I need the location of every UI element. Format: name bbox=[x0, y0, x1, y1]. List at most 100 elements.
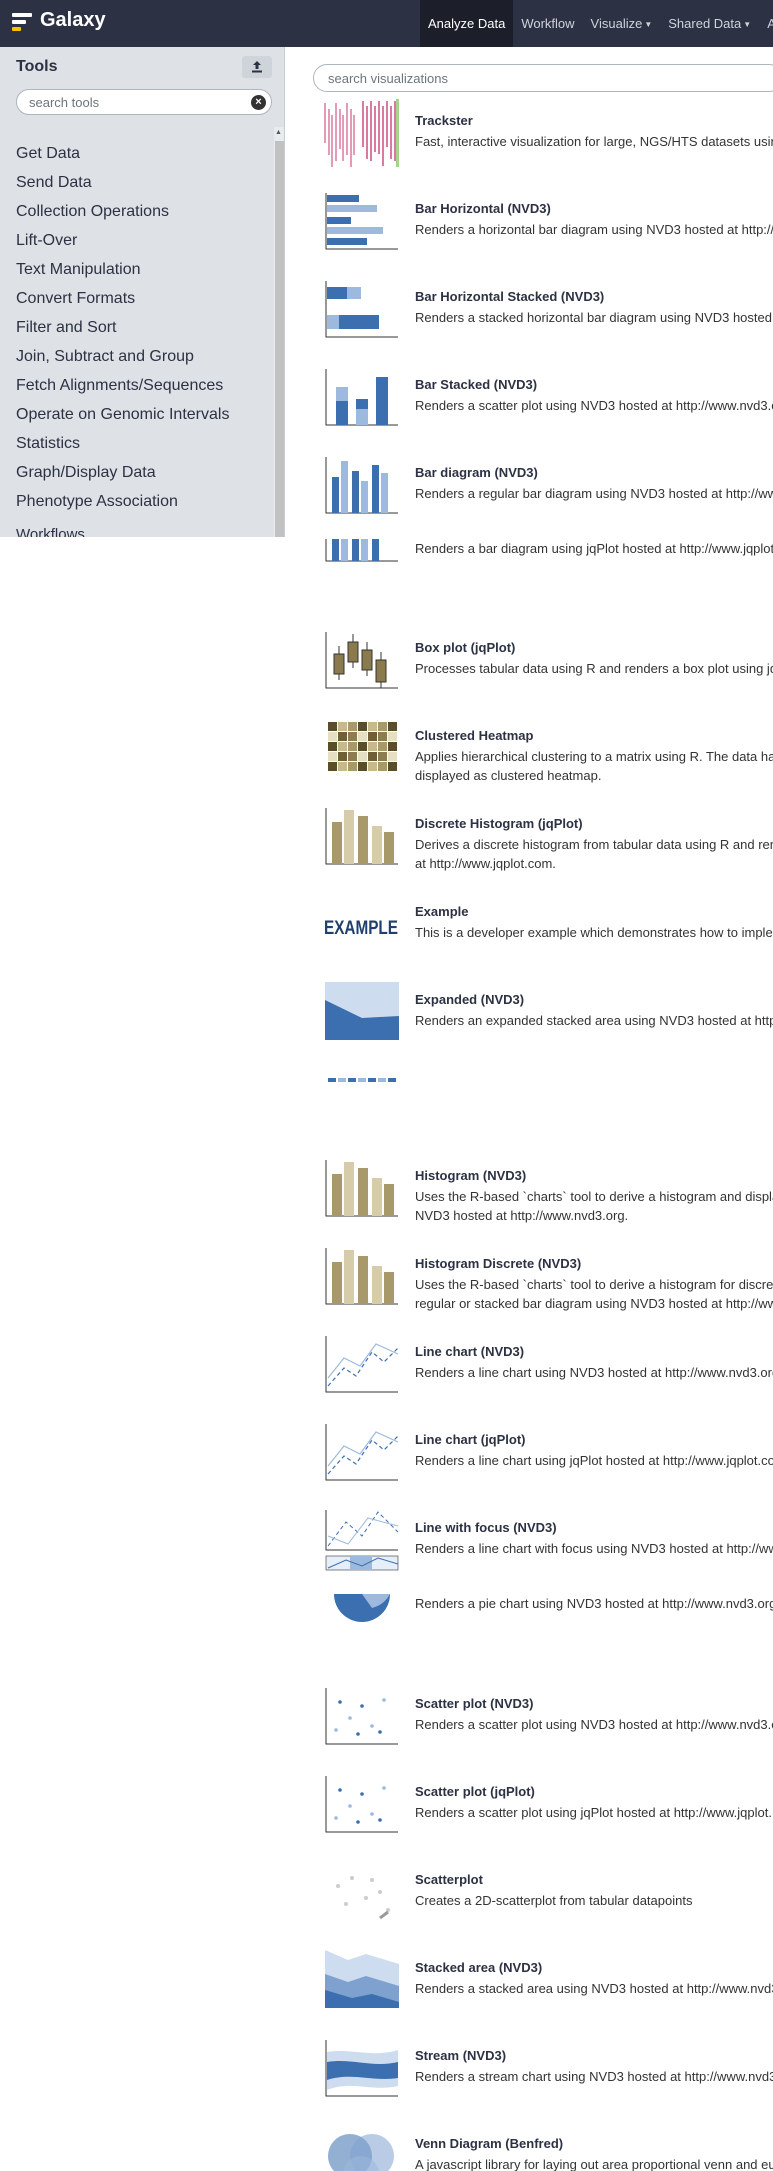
visualization-description: Derives a discrete histogram from tabula… bbox=[415, 837, 773, 871]
trackster-thumbnail bbox=[322, 99, 400, 167]
dashes-thumbnail bbox=[322, 1066, 400, 1134]
tool-section-text-manipulation[interactable]: Text Manipulation bbox=[16, 255, 266, 284]
visualization-item-scatter-plot-nvd3[interactable]: Scatter plot (NVD3) Renders a scatter plo… bbox=[322, 1682, 773, 1750]
visualization-item-scatterplot[interactable]: Scatterplot Creates a 2D-scatterplot from… bbox=[322, 1858, 773, 1926]
stream-thumbnail bbox=[322, 2034, 400, 2102]
tool-section-fetch-alignments[interactable]: Fetch Alignments/Sequences bbox=[16, 371, 266, 400]
visualization-item-stream-nvd3[interactable]: Stream (NVD3) Renders a stream chart usin… bbox=[322, 2034, 773, 2102]
nav-admin[interactable]: Ad bbox=[759, 0, 773, 47]
galaxy-logo-icon bbox=[12, 10, 32, 32]
scatterplot-thumbnail bbox=[322, 1858, 400, 1926]
tool-search-input[interactable] bbox=[29, 94, 239, 111]
example-thumb-text: EXAMPLE bbox=[324, 918, 398, 939]
tool-panel: Tools × Get Data Send Data Collection Op… bbox=[0, 47, 285, 537]
visualization-name: Venn Diagram (Benfred) bbox=[415, 2136, 564, 2151]
nav-analyze-data[interactable]: Analyze Data bbox=[420, 0, 514, 47]
tool-section-phenotype-association[interactable]: Phenotype Association bbox=[16, 487, 266, 516]
visualization-item-partial-5[interactable]: Renders a bar diagram using jqPlot hoste… bbox=[322, 539, 773, 607]
tool-section-lift-over[interactable]: Lift-Over bbox=[16, 226, 266, 255]
visualization-name: Stream (NVD3) bbox=[415, 2048, 507, 2063]
piecut-thumbnail bbox=[322, 1594, 400, 1662]
visualization-item-stacked-area-nvd3[interactable]: Stacked area (NVD3) Renders a stacked are… bbox=[322, 1946, 773, 2014]
masthead: Galaxy Analyze Data Workflow Visualize ▼ … bbox=[0, 0, 773, 47]
line-thumbnail bbox=[322, 1418, 400, 1486]
visualization-item-histogram-discrete-nvd3[interactable]: Histogram Discrete (NVD3) Uses the R-base… bbox=[322, 1242, 773, 1311]
tool-section-convert-formats[interactable]: Convert Formats bbox=[16, 284, 266, 313]
workflows-section-label[interactable]: Workflows bbox=[16, 526, 85, 537]
visualization-item-partial-17[interactable]: Renders a pie chart using NVD3 hosted at… bbox=[322, 1594, 773, 1662]
tool-section-statistics[interactable]: Statistics bbox=[16, 429, 266, 458]
tool-panel-title: Tools bbox=[16, 58, 58, 75]
visualization-name: Box plot (jqPlot) bbox=[415, 640, 516, 655]
visualization-item-example[interactable]: EXAMPLE Example This is a developer exampl… bbox=[322, 890, 773, 958]
visualization-description: Renders a line chart with focus using NV… bbox=[415, 1541, 773, 1556]
nav-visualize[interactable]: Visualize ▼ bbox=[583, 0, 661, 47]
tool-section-send-data[interactable]: Send Data bbox=[16, 168, 266, 197]
visualization-item-box-plot-jqplot[interactable]: Box plot (jqPlot) Processes tabular data … bbox=[322, 626, 773, 694]
visualization-description: Renders a scatter plot using jqPlot host… bbox=[415, 1805, 772, 1820]
visualization-item-bar-horizontal-stacked-nvd3[interactable]: Bar Horizontal Stacked (NVD3) Renders a s… bbox=[322, 275, 773, 343]
visualization-item-partial-11[interactable] bbox=[322, 1066, 773, 1134]
visualization-description: Renders a stacked horizontal bar diagram… bbox=[415, 310, 773, 325]
bar-thumbnail bbox=[322, 451, 400, 519]
visualization-item-bar-stacked-nvd3[interactable]: Bar Stacked (NVD3) Renders a scatter plot… bbox=[322, 363, 773, 431]
visualization-item-expanded-nvd3[interactable]: Expanded (NVD3) Renders an expanded stack… bbox=[322, 978, 773, 1046]
visualization-description: Renders a line chart using NVD3 hosted a… bbox=[415, 1365, 773, 1380]
nav-workflow[interactable]: Workflow bbox=[513, 0, 582, 47]
visualization-description: Uses the R-based `charts` tool to derive… bbox=[415, 1277, 773, 1311]
visualization-search bbox=[313, 64, 773, 92]
visualization-item-scatter-plot-jqplot[interactable]: Scatter plot (jqPlot) Renders a scatter p… bbox=[322, 1770, 773, 1838]
visualization-name: Bar Horizontal Stacked (NVD3) bbox=[415, 289, 605, 304]
visualization-name: Stacked area (NVD3) bbox=[415, 1960, 543, 1975]
visualization-item-venn-diagram-benfred[interactable]: Venn Diagram (Benfred) A javascript libra… bbox=[322, 2122, 773, 2171]
upload-button[interactable] bbox=[242, 56, 272, 78]
tool-search: × bbox=[16, 89, 272, 115]
visualization-name: Bar diagram (NVD3) bbox=[415, 465, 538, 480]
heatmap-thumbnail bbox=[322, 714, 400, 782]
visualization-item-bar-diagram-nvd3[interactable]: Bar diagram (NVD3) Renders a regular bar … bbox=[322, 451, 773, 519]
tool-section-collection-operations[interactable]: Collection Operations bbox=[16, 197, 266, 226]
visualization-name: Histogram (NVD3) bbox=[415, 1168, 527, 1183]
visualization-description: Renders an expanded stacked area using N… bbox=[415, 1013, 773, 1028]
caret-down-icon: ▼ bbox=[644, 20, 653, 30]
scrollbar-thumb[interactable] bbox=[275, 141, 284, 537]
tool-section-graph-display-data[interactable]: Graph/Display Data bbox=[16, 458, 266, 487]
visualization-item-trackster[interactable]: Trackster Fast, interactive visualization… bbox=[322, 99, 773, 167]
hist-thumbnail bbox=[322, 1154, 400, 1222]
visualization-name: Histogram Discrete (NVD3) bbox=[415, 1256, 582, 1271]
barcut-thumbnail bbox=[322, 539, 400, 607]
nav-label: Workflow bbox=[521, 16, 575, 31]
visualization-item-line-chart-nvd3[interactable]: Line chart (NVD3) Renders a line chart us… bbox=[322, 1330, 773, 1398]
visualization-description: Renders a regular bar diagram using NVD3… bbox=[415, 486, 773, 501]
clear-search-icon[interactable]: × bbox=[251, 95, 266, 110]
visualization-search-input[interactable] bbox=[328, 70, 768, 87]
visualization-item-histogram-nvd3[interactable]: Histogram (NVD3) Uses the R-based `charts… bbox=[322, 1154, 773, 1223]
tool-panel-scrollbar[interactable]: ▲ bbox=[274, 127, 284, 537]
visualization-name: Line chart (jqPlot) bbox=[415, 1432, 526, 1447]
visualization-description: Renders a stream chart using NVD3 hosted… bbox=[415, 2069, 773, 2084]
tool-section-join-subtract-group[interactable]: Join, Subtract and Group bbox=[16, 342, 266, 371]
visualization-name: Example bbox=[415, 904, 469, 919]
visualization-name: Bar Stacked (NVD3) bbox=[415, 377, 538, 392]
visualization-description: Renders a pie chart using NVD3 hosted at… bbox=[415, 1596, 773, 1611]
visualization-item-line-chart-jqplot[interactable]: Line chart (jqPlot) Renders a line chart … bbox=[322, 1418, 773, 1486]
visualization-item-line-with-focus-nvd3[interactable]: Line with focus (NVD3) Renders a line cha… bbox=[322, 1506, 773, 1574]
tool-section-operate-on-genomic-intervals[interactable]: Operate on Genomic Intervals bbox=[16, 400, 266, 429]
visualization-description: Processes tabular data using R and rende… bbox=[415, 661, 773, 676]
brand-name: Galaxy bbox=[40, 9, 106, 31]
tool-section-filter-and-sort[interactable]: Filter and Sort bbox=[16, 313, 266, 342]
nav-shared-data[interactable]: Shared Data ▼ bbox=[660, 0, 759, 47]
visualization-item-bar-horizontal-nvd3[interactable]: Bar Horizontal (NVD3) Renders a horizonta… bbox=[322, 187, 773, 255]
brand[interactable]: Galaxy bbox=[12, 9, 106, 32]
visualization-item-discrete-histogram-jqplot[interactable]: Discrete Histogram (jqPlot) Derives a dis… bbox=[322, 802, 773, 871]
visualization-item-clustered-heatmap[interactable]: Clustered Heatmap Applies hierarchical cl… bbox=[322, 714, 773, 783]
visualization-description: Applies hierarchical clustering to a mat… bbox=[415, 749, 773, 783]
scroll-up-icon[interactable]: ▲ bbox=[275, 129, 282, 136]
visualization-description: Renders a bar diagram using jqPlot hoste… bbox=[415, 541, 773, 556]
visualization-name: Line with focus (NVD3) bbox=[415, 1520, 557, 1535]
barhstack-thumbnail bbox=[322, 275, 400, 343]
main-nav: Analyze Data Workflow Visualize ▼ Shared … bbox=[420, 0, 773, 47]
upload-icon bbox=[252, 61, 262, 73]
tool-section-get-data[interactable]: Get Data bbox=[16, 139, 266, 168]
visualization-description: Renders a line chart using jqPlot hosted… bbox=[415, 1453, 773, 1468]
